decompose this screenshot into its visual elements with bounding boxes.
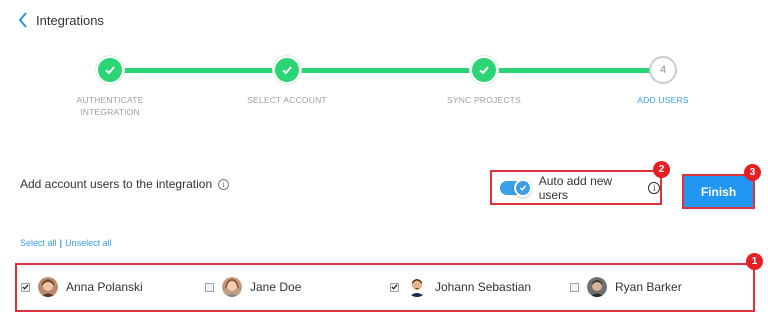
link-separator: | [59,238,63,248]
annotation-badge-3: 3 [744,164,761,181]
annotation-badge-2: 2 [653,161,670,178]
stepper-track [110,68,656,73]
user-item[interactable]: Anna Polanski [21,277,143,297]
section-title-text: Add account users to the integration [20,177,213,191]
info-icon[interactable]: i [218,178,230,190]
selection-links: Select all | Unselect all [20,238,112,248]
user-checkbox[interactable] [390,282,399,292]
auto-add-users-toggle[interactable] [500,178,532,197]
user-item[interactable]: Johann Sebastian [390,277,531,297]
user-name: Anna Polanski [66,280,143,294]
annotation-badge-1: 1 [746,253,763,270]
step-3-label: SYNC PROJECTS [447,95,521,105]
users-list: Anna Polanski Jane Doe Johann Sebastian … [15,263,755,312]
user-name: Jane Doe [250,280,302,294]
unselect-all-link[interactable]: Unselect all [65,238,112,248]
auto-add-info-icon[interactable]: i [648,181,660,194]
checkmark-icon [391,284,398,290]
user-checkbox[interactable] [21,282,30,292]
toggle-knob [513,178,532,197]
finish-button[interactable]: Finish [684,176,753,207]
step-4-label: ADD USERS [637,95,689,105]
auto-add-users-highlight: Auto add new users i [490,170,662,205]
step-3-complete-icon [470,56,498,84]
chevron-left-icon [18,12,27,28]
user-checkbox[interactable] [205,282,214,292]
user-item[interactable]: Jane Doe [205,277,301,297]
finish-button-highlight: Finish [682,174,755,209]
section-title: Add account users to the integration i [20,177,230,191]
user-checkbox[interactable] [570,282,579,292]
select-all-link[interactable]: Select all [20,238,57,248]
back-link[interactable]: Integrations [18,12,104,28]
back-label: Integrations [36,12,104,28]
step-4-number: 4 [649,56,677,84]
user-name: Johann Sebastian [435,280,532,294]
step-1-label: AUTHENTICATE INTEGRATION [76,95,144,117]
step-2-complete-icon [273,56,301,84]
avatar [38,277,58,297]
checkmark-icon [22,284,29,290]
user-item[interactable]: Ryan Barker [570,277,682,297]
step-1-complete-icon [96,56,124,84]
avatar [222,277,242,297]
auto-add-users-label: Auto add new users [538,173,613,202]
user-name: Ryan Barker [615,280,682,294]
progress-stepper: 4 AUTHENTICATE INTEGRATION SELECT ACCOUN… [0,52,768,122]
step-2-label: SELECT ACCOUNT [247,95,327,105]
avatar [407,277,427,297]
avatar [587,277,607,297]
